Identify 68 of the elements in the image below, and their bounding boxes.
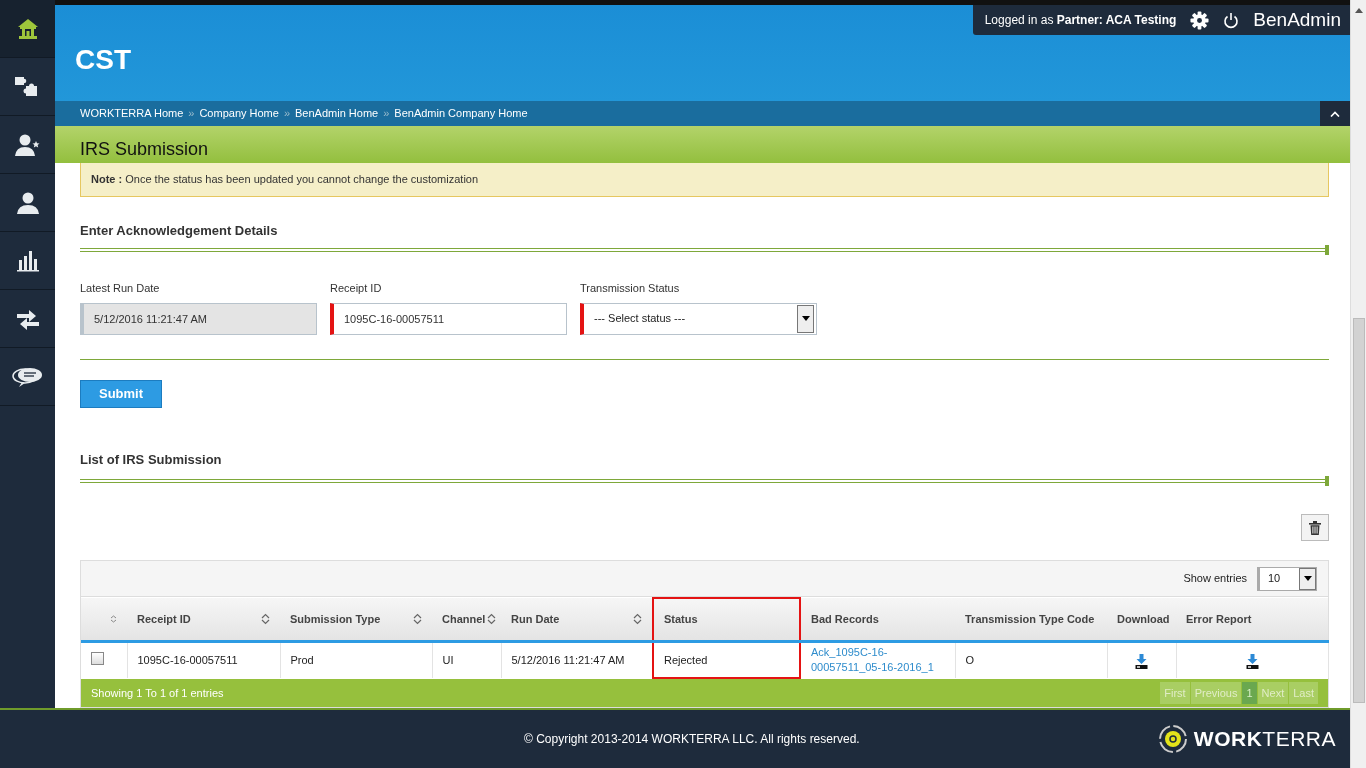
table-cell: 5/12/2016 11:21:47 AM <box>501 641 653 678</box>
sidebar-item[interactable] <box>0 0 55 58</box>
column-header: Transmission Type Code <box>955 598 1107 641</box>
file-link[interactable]: Ack_1095C-16-00057511_05-16-2016_1 <box>811 645 945 676</box>
input-field[interactable]: 1095C-16-00057511 <box>330 302 567 335</box>
person-icon <box>15 190 40 215</box>
field-label: Receipt ID <box>330 281 383 296</box>
logged-in-text: Logged in as Partner: ACA Testing <box>984 12 1177 29</box>
download-icon[interactable] <box>1245 653 1259 669</box>
home-icon <box>16 17 39 40</box>
copyright-text: © Copyright 2013-2014 WORKTERRA LLC. All rights reserved. <box>524 731 860 748</box>
chat-bubble-icon <box>11 365 44 388</box>
field-label: Latest Run Date <box>80 281 161 296</box>
sort-icon[interactable] <box>487 612 497 625</box>
column-header[interactable]: Run Date <box>501 598 653 641</box>
bar-chart-icon <box>15 249 40 272</box>
sort-icon[interactable] <box>633 612 642 625</box>
sort-icon[interactable] <box>413 612 422 625</box>
power-icon[interactable] <box>1223 11 1240 29</box>
column-header: Status <box>653 598 800 641</box>
column-header: Bad Records <box>800 598 955 641</box>
entries-dropdown[interactable]: 10 <box>1257 566 1317 591</box>
column-header[interactable] <box>81 598 127 641</box>
chevron-up-icon <box>1330 110 1340 117</box>
sort-icon[interactable] <box>261 612 270 625</box>
field-label: Transmission Status <box>580 281 681 296</box>
caret-down-icon <box>1303 576 1312 581</box>
page-header-title: CST <box>75 43 131 77</box>
show-entries-label: Show entries <box>1183 571 1247 587</box>
column-header: Download <box>1107 598 1176 641</box>
collapse-button[interactable] <box>1320 101 1350 126</box>
delete-button[interactable] <box>1301 514 1329 541</box>
column-header: Error Report <box>1176 598 1328 641</box>
breadcrumb-link[interactable]: WORKTERRA Home <box>80 105 184 122</box>
section-heading: Enter Acknowledgement Details <box>80 221 279 240</box>
table-cell: UI <box>432 641 501 678</box>
table-cell: O <box>955 641 1107 678</box>
logo-wordmark: WORKTERRA <box>1193 726 1336 753</box>
entries-info: Showing 1 To 1 of 1 entries <box>91 685 224 701</box>
scrollbar[interactable] <box>1350 0 1366 768</box>
section-heading: List of IRS Submission <box>80 450 223 469</box>
sort-icon[interactable] <box>110 614 117 623</box>
column-header[interactable]: Receipt ID <box>127 598 280 641</box>
arrows-icon <box>14 307 41 330</box>
submit-button[interactable]: Submit <box>80 379 162 408</box>
settings-icon[interactable] <box>1190 10 1210 30</box>
target-logo-icon <box>1157 724 1188 754</box>
table-cell: Rejected <box>653 641 800 678</box>
table-cell: Prod <box>280 641 432 678</box>
app-name: BenAdmin <box>1253 7 1341 32</box>
breadcrumb-separator: » <box>383 106 390 122</box>
status-dropdown[interactable]: --- Select status --- <box>580 302 817 335</box>
column-header[interactable]: Submission Type <box>280 598 432 641</box>
breadcrumb-link[interactable]: BenAdmin Home <box>295 105 379 122</box>
breadcrumb-link[interactable]: Company Home <box>199 105 279 122</box>
breadcrumb-separator: » <box>188 106 195 122</box>
caret-down-icon <box>801 316 810 321</box>
person-star-icon <box>13 132 42 157</box>
row-checkbox[interactable] <box>91 651 104 665</box>
column-header[interactable]: Channel <box>432 598 501 641</box>
breadcrumb-separator: » <box>283 106 291 122</box>
table-cell: 1095C-16-00057511 <box>127 641 280 678</box>
breadcrumb-link[interactable]: BenAdmin Company Home <box>394 105 528 122</box>
trash-icon <box>1309 520 1321 535</box>
scroll-up-arrow-icon[interactable] <box>1354 8 1363 13</box>
page-title: IRS Submission <box>55 126 1350 163</box>
download-icon[interactable] <box>1135 653 1148 669</box>
note-message: Note : Once the status has been updated you cannot change the customization <box>80 163 1329 197</box>
